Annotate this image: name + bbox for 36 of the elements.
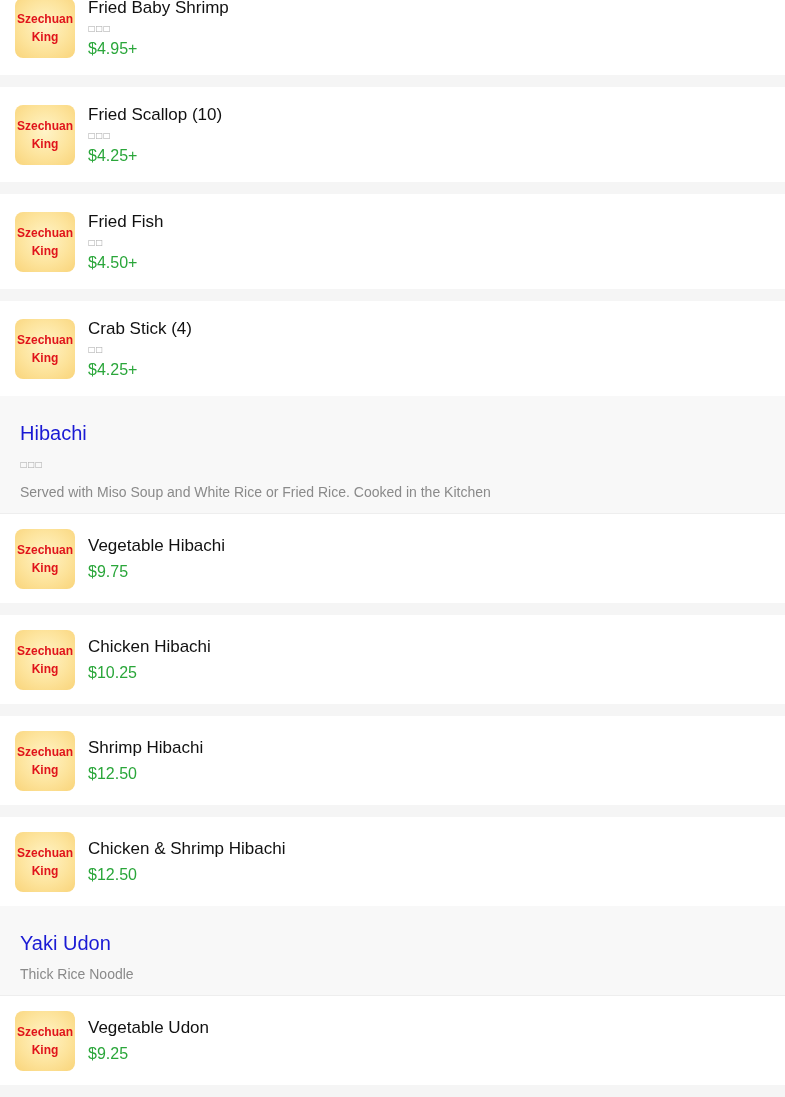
logo-thumbnail: Szechuan King bbox=[15, 105, 75, 165]
item-name: Fried Scallop (10) bbox=[88, 104, 223, 126]
item-name: Chicken Hibachi bbox=[88, 636, 211, 658]
item-name: Fried Fish bbox=[88, 211, 164, 233]
section-title: Yaki Udon bbox=[20, 931, 111, 956]
item-name: Shrimp Hibachi bbox=[88, 737, 204, 759]
item-price: $12.50 bbox=[88, 865, 137, 885]
logo-thumbnail: Szechuan King bbox=[15, 0, 75, 58]
logo-thumbnail: Szechuan King bbox=[15, 832, 75, 892]
section-description: Served with Miso Soup and White Rice or Fried Rice. Cooked in the Kitchen bbox=[20, 483, 491, 502]
item-price: $4.50+ bbox=[88, 253, 138, 273]
section-description: Thick Rice Noodle bbox=[20, 965, 134, 984]
logo-thumbnail: Szechuan King bbox=[15, 731, 75, 791]
item-name: Fried Baby Shrimp bbox=[88, 0, 229, 19]
logo-thumbnail: Szechuan King bbox=[15, 319, 75, 379]
item-price: $9.75 bbox=[88, 562, 129, 582]
item-subtitle: □□□ bbox=[88, 130, 111, 142]
item-price: $9.25 bbox=[88, 1044, 129, 1064]
item-name: Chicken & Shrimp Hibachi bbox=[88, 838, 286, 860]
item-price: $4.25+ bbox=[88, 146, 138, 166]
item-price: $10.25 bbox=[88, 663, 137, 683]
item-subtitle: □□ bbox=[88, 237, 104, 249]
item-price: $4.25+ bbox=[88, 360, 138, 380]
logo-thumbnail: Szechuan King bbox=[15, 529, 75, 589]
item-name: Crab Stick (4) bbox=[88, 318, 192, 340]
item-price: $12.50 bbox=[88, 764, 137, 784]
section-subtitle: □□□ bbox=[20, 459, 43, 471]
logo-thumbnail: Szechuan King bbox=[15, 630, 75, 690]
section-title: Hibachi bbox=[20, 421, 87, 446]
item-subtitle: □□□ bbox=[88, 23, 111, 35]
item-subtitle: □□ bbox=[88, 344, 104, 356]
item-price: $4.95+ bbox=[88, 39, 138, 59]
item-name: Vegetable Udon bbox=[88, 1017, 209, 1039]
item-name: Vegetable Hibachi bbox=[88, 535, 226, 557]
logo-thumbnail: Szechuan King bbox=[15, 212, 75, 272]
logo-thumbnail: Szechuan King bbox=[15, 1011, 75, 1071]
